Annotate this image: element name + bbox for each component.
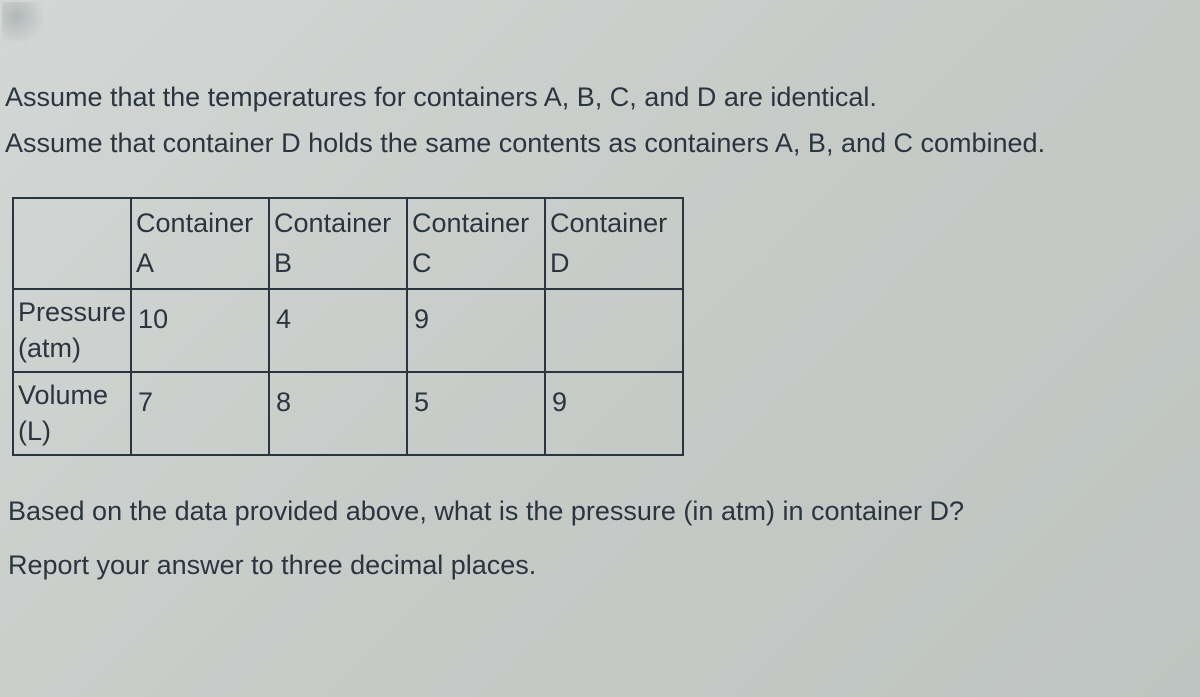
table-row-pressure: Pressure (atm) 10 4 9 xyxy=(13,289,683,372)
table-header-row: Container A Container B Container C Cont… xyxy=(13,198,683,289)
pressure-a: 10 xyxy=(131,289,269,372)
row-label-volume: Volume (L) xyxy=(13,372,131,455)
question-line-1: Based on the data provided above, what i… xyxy=(8,484,1195,538)
volume-b: 8 xyxy=(269,372,407,455)
header-container-b: Container B xyxy=(269,198,407,289)
header-container-d: Container D xyxy=(545,198,683,289)
problem-content: Assume that the temperatures for contain… xyxy=(0,0,1200,592)
assumption-1: Assume that the temperatures for contain… xyxy=(5,75,1195,121)
header-blank xyxy=(13,198,131,289)
volume-a: 7 xyxy=(131,372,269,455)
question-text: Based on the data provided above, what i… xyxy=(0,456,1200,592)
question-line-2: Report your answer to three decimal plac… xyxy=(8,538,1195,592)
pressure-d xyxy=(545,289,683,372)
header-container-c: Container C xyxy=(407,198,545,289)
assumption-2: Assume that container D holds the same c… xyxy=(5,121,1195,167)
pressure-c: 9 xyxy=(407,289,545,372)
row-label-pressure: Pressure (atm) xyxy=(13,289,131,372)
container-data-table: Container A Container B Container C Cont… xyxy=(12,197,684,456)
pressure-b: 4 xyxy=(269,289,407,372)
table-row-volume: Volume (L) 7 8 5 9 xyxy=(13,372,683,455)
data-table-wrapper: Container A Container B Container C Cont… xyxy=(0,187,1200,456)
intro-text: Assume that the temperatures for contain… xyxy=(0,0,1200,187)
volume-d: 9 xyxy=(545,372,683,455)
header-container-a: Container A xyxy=(131,198,269,289)
volume-c: 5 xyxy=(407,372,545,455)
